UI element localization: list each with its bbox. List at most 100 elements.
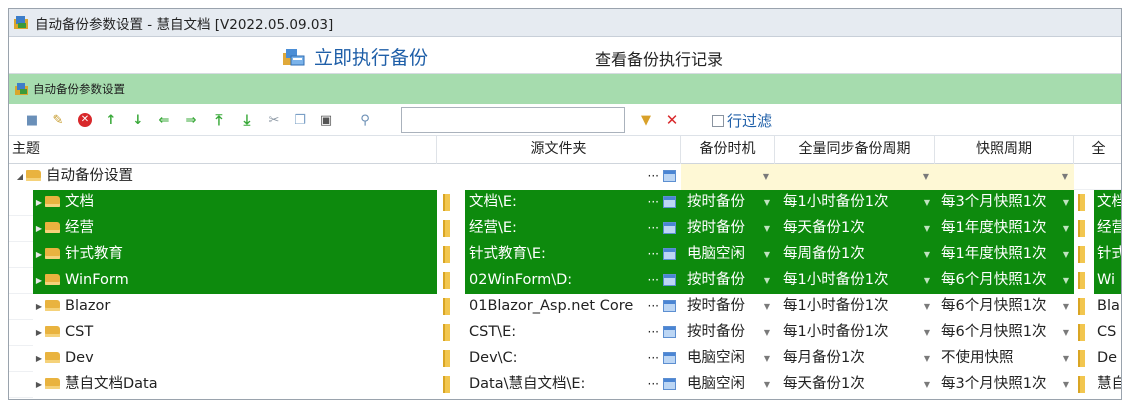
cycle-cell[interactable]: 每1小时备份1次 ▼ bbox=[775, 294, 935, 320]
source-cell[interactable]: Data\慧自文档\E: ··· bbox=[465, 372, 681, 398]
next-cell[interactable]: 文档 bbox=[1094, 190, 1121, 216]
group-source-cell[interactable]: ··· bbox=[437, 164, 681, 190]
snapshot-cell[interactable]: 每6个月快照1次 ▼ bbox=[935, 268, 1074, 294]
move-bottom-icon[interactable]: ⤓ bbox=[240, 112, 254, 127]
next-cell[interactable]: 经营 bbox=[1094, 216, 1121, 242]
timing-cell[interactable]: 按时备份 ▼ bbox=[681, 268, 775, 294]
col-header-source[interactable]: 源文件夹 bbox=[437, 136, 681, 164]
expand-icon[interactable]: ▶ bbox=[33, 216, 45, 241]
group-snapshot-cell[interactable]: ▼ bbox=[935, 164, 1074, 190]
browse-icon[interactable]: ··· bbox=[648, 346, 659, 371]
browse-icon[interactable]: ··· bbox=[648, 372, 659, 397]
dropdown-icon[interactable]: ▼ bbox=[1063, 242, 1069, 267]
browse-icon[interactable]: ··· bbox=[648, 190, 659, 215]
source-cell[interactable]: 01Blazor_Asp.net Core ··· bbox=[465, 294, 681, 320]
browse-icon[interactable]: ··· bbox=[648, 320, 659, 345]
move-left-icon[interactable]: ⇐ bbox=[157, 113, 171, 127]
dropdown-icon[interactable]: ▼ bbox=[764, 346, 770, 371]
grid-icon[interactable] bbox=[663, 352, 676, 364]
delete-icon[interactable]: ✕ bbox=[78, 113, 92, 127]
cycle-cell[interactable]: 每天备份1次 ▼ bbox=[775, 216, 935, 242]
col-header-cycle[interactable]: 全量同步备份周期 bbox=[775, 136, 935, 164]
next-cell[interactable]: Wi bbox=[1094, 268, 1121, 294]
paste-icon[interactable]: ▣ bbox=[319, 113, 333, 127]
dropdown-icon[interactable]: ▼ bbox=[924, 372, 930, 397]
dropdown-icon[interactable]: ▼ bbox=[1063, 294, 1069, 319]
next-cell[interactable]: Bla bbox=[1094, 294, 1121, 320]
table-row[interactable]: ▶ 经营 经营\E: ··· 按时备份 ▼ 每天备份1次 ▼ 每1年度快照1次 ▼ 经营 bbox=[9, 216, 1121, 242]
table-row[interactable]: ▶ CST CST\E: ··· 按时备份 ▼ 每1小时备份1次 ▼ 每6个月快照1次 ▼ CS bbox=[9, 320, 1121, 346]
snapshot-cell[interactable]: 每1年度快照1次 ▼ bbox=[935, 242, 1074, 268]
dropdown-icon[interactable]: ▼ bbox=[764, 216, 770, 241]
expand-icon[interactable]: ▶ bbox=[33, 372, 45, 397]
snapshot-cell[interactable]: 每3个月快照1次 ▼ bbox=[935, 372, 1074, 398]
dropdown-icon[interactable]: ▼ bbox=[924, 190, 930, 215]
col-header-next[interactable]: 全 bbox=[1074, 136, 1121, 164]
expand-icon[interactable]: ▶ bbox=[33, 242, 45, 267]
theme-cell[interactable]: ▶ 文档 bbox=[33, 190, 437, 216]
view-log-button[interactable]: 查看备份执行记录 bbox=[595, 46, 723, 70]
table-row[interactable]: ▶ 文档 文档\E: ··· 按时备份 ▼ 每1小时备份1次 ▼ 每3个月快照1次 ▼ 文档 bbox=[9, 190, 1121, 216]
col-header-timing[interactable]: 备份时机 bbox=[681, 136, 775, 164]
source-cell[interactable]: CST\E: ··· bbox=[465, 320, 681, 346]
dropdown-icon[interactable]: ▼ bbox=[764, 268, 770, 293]
expand-icon[interactable]: ▶ bbox=[33, 294, 45, 319]
move-up-icon[interactable]: ↑ bbox=[104, 113, 118, 127]
theme-cell[interactable]: ▶ CST bbox=[33, 320, 437, 346]
group-theme-cell[interactable]: ◢ 自动备份设置 bbox=[9, 164, 437, 190]
dropdown-icon[interactable]: ▼ bbox=[1063, 216, 1069, 241]
timing-cell[interactable]: 按时备份 ▼ bbox=[681, 216, 775, 242]
grid-icon[interactable] bbox=[663, 248, 676, 260]
timing-cell[interactable]: 按时备份 ▼ bbox=[681, 190, 775, 216]
dropdown-icon[interactable]: ▼ bbox=[1063, 372, 1069, 397]
filter-icon[interactable]: ▼ bbox=[639, 113, 653, 127]
cycle-cell[interactable]: 每1小时备份1次 ▼ bbox=[775, 320, 935, 346]
cut-icon[interactable]: ✂ bbox=[267, 113, 281, 127]
refresh-icon[interactable]: ■ bbox=[25, 113, 39, 127]
table-row[interactable]: ▶ 慧自文档Data Data\慧自文档\E: ··· 电脑空闲 ▼ 每天备份1次 ▼ 每3个月… bbox=[9, 372, 1121, 398]
grid-icon[interactable] bbox=[663, 300, 676, 312]
cycle-cell[interactable]: 每月备份1次 ▼ bbox=[775, 346, 935, 372]
next-cell[interactable]: 慧自 bbox=[1094, 372, 1121, 398]
find-icon[interactable]: ⚲ bbox=[358, 113, 372, 127]
grid-icon[interactable] bbox=[663, 326, 676, 338]
dropdown-icon[interactable]: ▼ bbox=[764, 320, 770, 345]
dropdown-icon[interactable]: ▼ bbox=[1063, 268, 1069, 293]
snapshot-cell[interactable]: 每3个月快照1次 ▼ bbox=[935, 190, 1074, 216]
move-down-icon[interactable]: ↓ bbox=[131, 113, 145, 127]
browse-icon[interactable]: ··· bbox=[648, 242, 659, 267]
dropdown-icon[interactable]: ▼ bbox=[764, 372, 770, 397]
dropdown-icon[interactable]: ▼ bbox=[924, 242, 930, 267]
dropdown-icon[interactable]: ▼ bbox=[935, 164, 1074, 189]
collapse-icon[interactable]: ◢ bbox=[14, 164, 26, 189]
cycle-cell[interactable]: 每1小时备份1次 ▼ bbox=[775, 190, 935, 216]
next-cell[interactable]: 针式 bbox=[1094, 242, 1121, 268]
move-top-icon[interactable]: ⤒ bbox=[212, 112, 226, 127]
grid-icon[interactable] bbox=[663, 274, 676, 286]
theme-cell[interactable]: ▶ Dev bbox=[33, 346, 437, 372]
dropdown-icon[interactable]: ▼ bbox=[1063, 320, 1069, 345]
row-filter-checkbox[interactable]: 行过滤 bbox=[712, 110, 772, 131]
grid-icon[interactable] bbox=[663, 170, 676, 182]
theme-cell[interactable]: ▶ 针式教育 bbox=[33, 242, 437, 268]
grid-icon[interactable] bbox=[663, 378, 676, 390]
cycle-cell[interactable]: 每天备份1次 ▼ bbox=[775, 372, 935, 398]
dropdown-icon[interactable]: ▼ bbox=[924, 216, 930, 241]
dropdown-icon[interactable]: ▼ bbox=[924, 268, 930, 293]
browse-icon[interactable]: ··· bbox=[648, 294, 659, 319]
timing-cell[interactable]: 按时备份 ▼ bbox=[681, 294, 775, 320]
dropdown-icon[interactable]: ▼ bbox=[764, 242, 770, 267]
expand-icon[interactable]: ▶ bbox=[33, 346, 45, 371]
dropdown-icon[interactable]: ▼ bbox=[924, 320, 930, 345]
dropdown-icon[interactable]: ▼ bbox=[764, 294, 770, 319]
next-cell[interactable]: De bbox=[1094, 346, 1121, 372]
snapshot-cell[interactable]: 每6个月快照1次 ▼ bbox=[935, 320, 1074, 346]
source-cell[interactable]: 经营\E: ··· bbox=[465, 216, 681, 242]
browse-icon[interactable]: ··· bbox=[648, 268, 659, 293]
cycle-cell[interactable]: 每周备份1次 ▼ bbox=[775, 242, 935, 268]
dropdown-icon[interactable]: ▼ bbox=[924, 346, 930, 371]
timing-cell[interactable]: 电脑空闲 ▼ bbox=[681, 346, 775, 372]
snapshot-cell[interactable]: 每6个月快照1次 ▼ bbox=[935, 294, 1074, 320]
timing-cell[interactable]: 电脑空闲 ▼ bbox=[681, 372, 775, 398]
browse-icon[interactable]: ··· bbox=[648, 164, 659, 189]
